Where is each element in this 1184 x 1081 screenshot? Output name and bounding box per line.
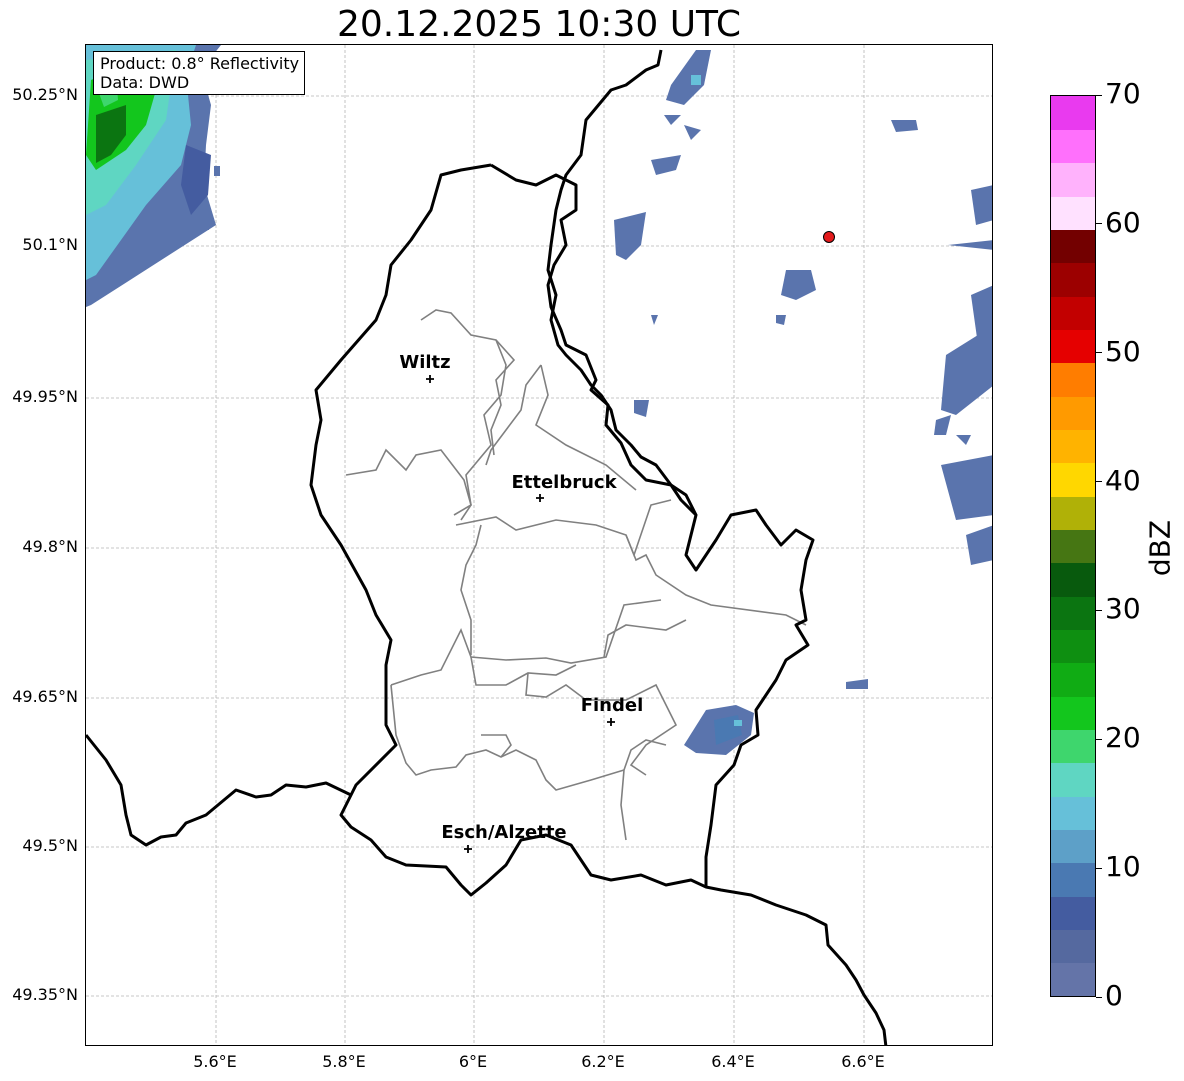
france-border bbox=[86, 734, 352, 847]
lat-tick-label: 49.5°N bbox=[22, 836, 78, 855]
colorbar-tick-mark bbox=[1096, 481, 1102, 483]
colorbar-segment bbox=[1051, 629, 1095, 664]
city-label: Wiltz bbox=[399, 352, 450, 373]
colorbar-segment bbox=[1051, 962, 1095, 996]
colorbar-segment bbox=[1051, 829, 1095, 864]
colorbar-segment bbox=[1051, 496, 1095, 530]
colorbar-segment bbox=[1051, 96, 1095, 130]
lat-tick-label: 49.95°N bbox=[12, 387, 78, 406]
dbz-colorbar bbox=[1050, 95, 1096, 997]
lat-tick-label: 49.35°N bbox=[12, 985, 78, 1004]
product-label: Product: 0.8° Reflectivity bbox=[100, 54, 300, 73]
colorbar-segment bbox=[1051, 662, 1095, 697]
radar-echo-cluster-mosel bbox=[684, 705, 754, 755]
colorbar-segment bbox=[1051, 729, 1095, 764]
colorbar-segment bbox=[1051, 596, 1095, 630]
colorbar-segment bbox=[1051, 362, 1095, 397]
colorbar-segment bbox=[1051, 196, 1095, 230]
colorbar-tick-label: 0 bbox=[1105, 979, 1123, 1012]
city-esch-alzette: Esch/Alzette bbox=[441, 822, 567, 853]
city-marker-icon bbox=[464, 845, 472, 853]
colorbar-segment bbox=[1051, 462, 1095, 497]
colorbar-tick-label: 60 bbox=[1105, 205, 1141, 239]
colorbar-segment bbox=[1051, 796, 1095, 830]
colorbar-tick-mark bbox=[1096, 996, 1102, 998]
colorbar-segment bbox=[1051, 762, 1095, 797]
colorbar-segment bbox=[1051, 896, 1095, 930]
city-wiltz: Wiltz bbox=[399, 352, 451, 383]
city-marker-icon bbox=[426, 375, 434, 383]
lon-tick-label: 6.6°E bbox=[841, 1052, 885, 1071]
city-ettelbruck: Ettelbruck bbox=[511, 472, 618, 502]
city-findel: Findel bbox=[581, 695, 644, 726]
lon-tick-label: 6.2°E bbox=[581, 1052, 625, 1071]
city-marker-icon bbox=[607, 718, 615, 726]
colorbar-segment bbox=[1051, 429, 1095, 464]
map-title: 20.12.2025 10:30 UTC bbox=[336, 4, 742, 45]
colorbar-tick-label: 30 bbox=[1105, 592, 1141, 626]
lat-tick-label: 49.65°N bbox=[12, 687, 78, 706]
colorbar-segment bbox=[1051, 229, 1095, 264]
lon-tick-label: 6.4°E bbox=[711, 1052, 755, 1071]
lon-tick-label: 5.8°E bbox=[322, 1052, 366, 1071]
radar-site-marker bbox=[823, 231, 835, 243]
colorbar-tick-label: 40 bbox=[1105, 463, 1141, 497]
colorbar-tick-label: 50 bbox=[1105, 334, 1141, 368]
luxembourg-border bbox=[309, 163, 815, 897]
map-gridlines bbox=[86, 45, 992, 1045]
colorbar-tick-mark bbox=[1096, 352, 1102, 354]
colorbar-segment bbox=[1051, 262, 1095, 297]
colorbar-tick-mark bbox=[1096, 223, 1102, 225]
colorbar-title: dBZ bbox=[1143, 519, 1177, 577]
lat-tick-label: 50.1°N bbox=[22, 235, 78, 254]
radar-echo-layer bbox=[86, 45, 992, 755]
colorbar-tick-mark bbox=[1096, 609, 1102, 611]
lat-tick-label: 50.25°N bbox=[12, 85, 78, 104]
data-source-label: Data: DWD bbox=[100, 73, 190, 92]
germany-border-south bbox=[705, 885, 888, 1045]
radar-echo-cluster-north-east bbox=[614, 50, 992, 689]
colorbar-tick-mark bbox=[1096, 867, 1102, 869]
colorbar-tick-mark bbox=[1096, 738, 1102, 740]
colorbar-tick-mark bbox=[1096, 94, 1102, 96]
colorbar-segment bbox=[1051, 329, 1095, 364]
city-label: Findel bbox=[581, 695, 644, 716]
colorbar-segment bbox=[1051, 529, 1095, 564]
colorbar-tick-label: 10 bbox=[1105, 850, 1141, 884]
colorbar-segment bbox=[1051, 129, 1095, 164]
colorbar-segment bbox=[1051, 562, 1095, 597]
colorbar-segment bbox=[1051, 929, 1095, 964]
colorbar-segment bbox=[1051, 162, 1095, 197]
city-marker-icon bbox=[536, 494, 544, 502]
map-canvas: Wiltz Ettelbruck Findel Esch/Alzette bbox=[86, 45, 992, 1045]
colorbar-tick-label: 70 bbox=[1105, 77, 1141, 110]
colorbar-segment bbox=[1051, 862, 1095, 897]
radar-echo-speckle bbox=[201, 220, 209, 230]
lon-tick-label: 6°E bbox=[458, 1052, 488, 1071]
colorbar-tick-label: 20 bbox=[1105, 721, 1141, 755]
colorbar-segment bbox=[1051, 696, 1095, 730]
colorbar-segment bbox=[1051, 296, 1095, 330]
colorbar-segment bbox=[1051, 396, 1095, 430]
radar-map[interactable]: Wiltz Ettelbruck Findel Esch/Alzette bbox=[85, 44, 993, 1046]
lat-tick-label: 49.8°N bbox=[22, 537, 78, 556]
lon-tick-label: 5.6°E bbox=[193, 1052, 237, 1071]
city-label: Esch/Alzette bbox=[441, 822, 566, 843]
city-label: Ettelbruck bbox=[511, 472, 617, 493]
radar-echo-speckle bbox=[214, 166, 220, 176]
product-info-box: Product: 0.8° Reflectivity Data: DWD bbox=[93, 51, 306, 95]
